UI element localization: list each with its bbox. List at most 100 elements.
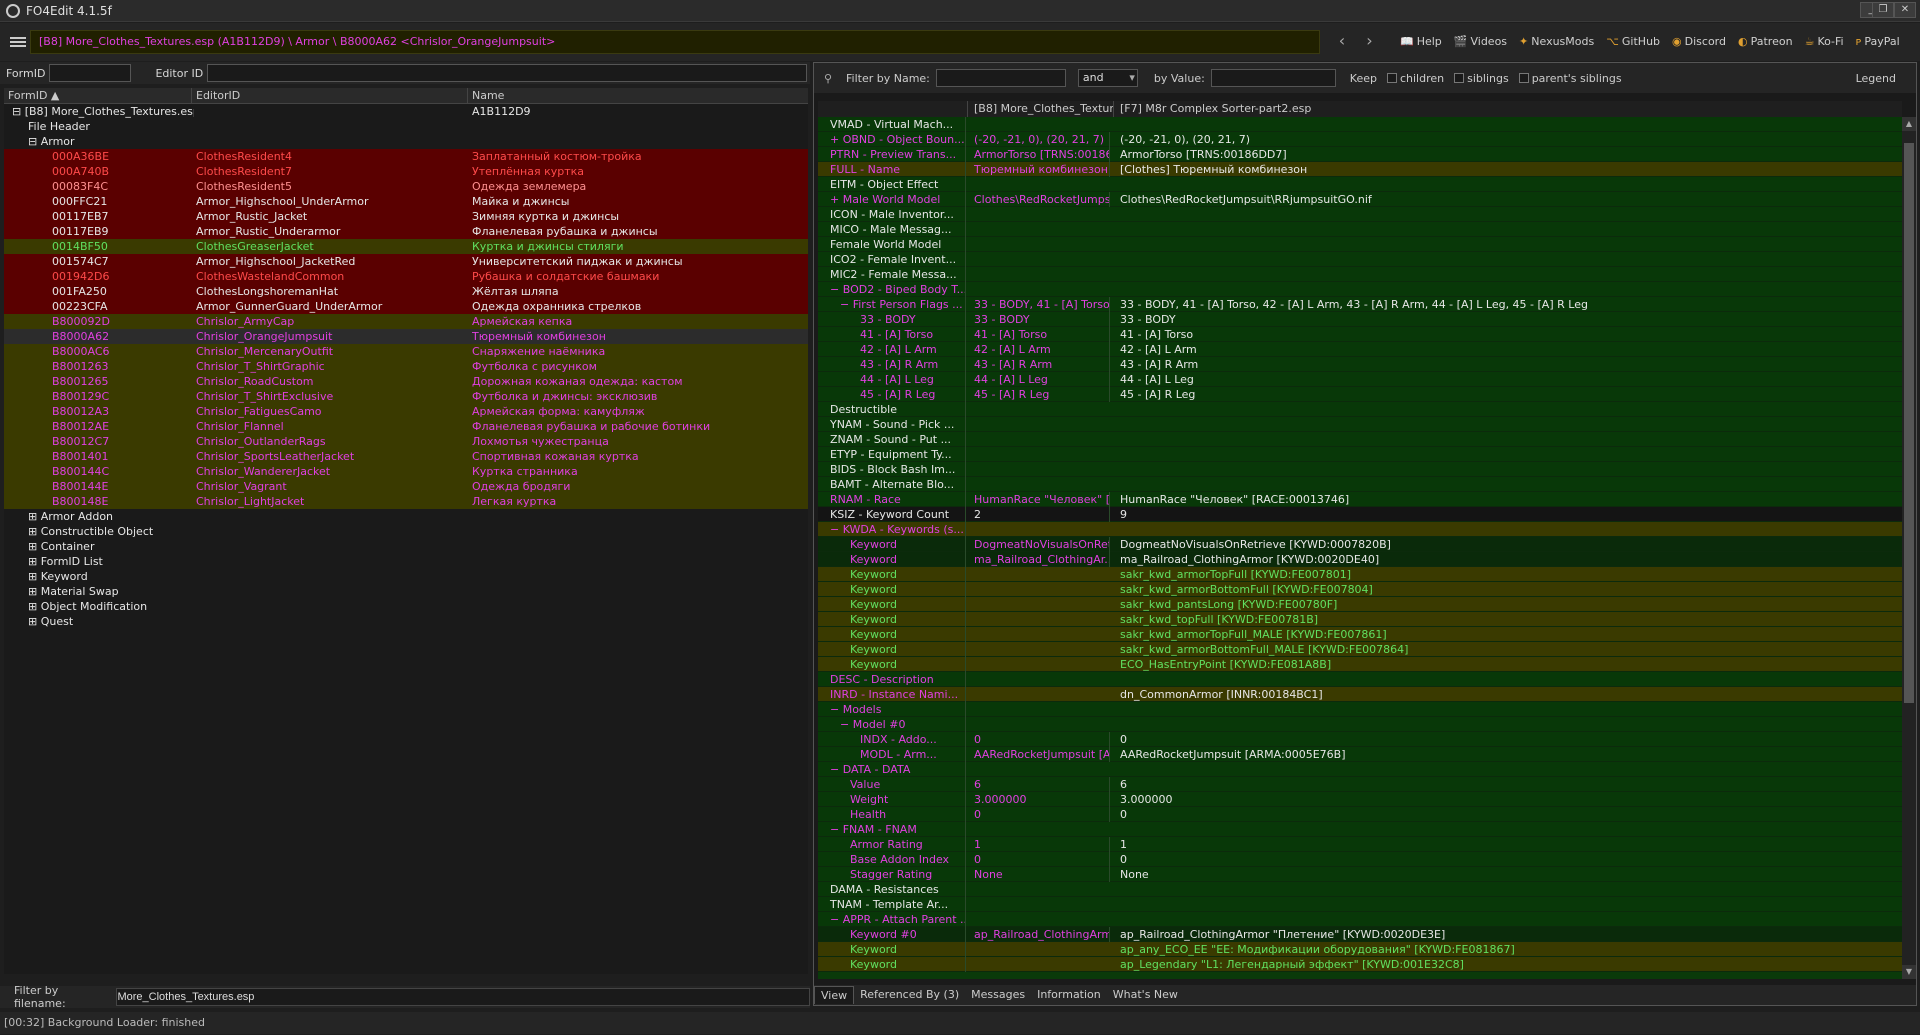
record-row[interactable]: ⊞ Container xyxy=(4,539,808,554)
field-row[interactable]: Value 6 6 xyxy=(818,777,1902,792)
record-path-bar[interactable]: [B8] More_Clothes_Textures.esp (A1B112D9… xyxy=(30,30,1320,54)
col-plugin-f7[interactable]: [F7] M8r Complex Sorter-part2.esp xyxy=(1114,101,1900,117)
field-row[interactable]: Keyword sakr_kwd_armorTopFull [KYWD:FE007… xyxy=(818,567,1902,582)
record-row[interactable]: 000A36BE ClothesResident4 Заплатанный кост… xyxy=(4,149,808,164)
record-row[interactable]: 001574C7 Armor_Highschool_JacketRed Универ… xyxy=(4,254,808,269)
field-row[interactable]: Keyword DogmeatNoVisualsOnRet... DogmeatNo… xyxy=(818,537,1902,552)
record-row[interactable]: B8000A62 Chrislor_OrangeJumpsuit Тюремный … xyxy=(4,329,808,344)
field-row[interactable]: − KWDA - Keywords (s... xyxy=(818,522,1902,537)
record-row[interactable]: ⊞ Material Swap xyxy=(4,584,808,599)
record-row[interactable]: B8001265 Chrislor_RoadCustom Дорожная кожа… xyxy=(4,374,808,389)
field-row[interactable]: Keyword sakr_kwd_pantsLong [KYWD:FE00780F… xyxy=(818,597,1902,612)
field-row[interactable]: Keyword ap_any_ECO_EE "EE: Модификации об… xyxy=(818,942,1902,957)
field-row[interactable]: − Model #0 xyxy=(818,717,1902,732)
filter-name-input[interactable] xyxy=(935,69,1066,87)
tab-view[interactable]: View xyxy=(814,986,855,1004)
tab-messages[interactable]: Messages xyxy=(965,986,1031,1004)
record-row[interactable]: 00083F4C ClothesResident5 Одежда землемера xyxy=(4,179,808,194)
field-row[interactable]: 43 - [A] R Arm 43 - [A] R Arm 43 - [A] R A… xyxy=(818,357,1902,372)
col-name[interactable]: Name xyxy=(468,88,804,104)
close-button[interactable]: ✕ xyxy=(1894,2,1916,18)
record-row[interactable]: 00117EB9 Armor_Rustic_Underarmor Фланелева… xyxy=(4,224,808,239)
field-row[interactable]: Keyword ECO_HasEntryPoint [KYWD:FE081A8B] xyxy=(818,657,1902,672)
field-row[interactable]: 41 - [A] Torso 41 - [A] Torso 41 - [A] Tor… xyxy=(818,327,1902,342)
field-row[interactable]: − BOD2 - Biped Body T... xyxy=(818,282,1902,297)
record-row[interactable]: 001FA250 ClothesLongshoremanHat Жёлтая шля… xyxy=(4,284,808,299)
field-row[interactable]: MICO - Male Messag... xyxy=(818,222,1902,237)
field-row[interactable]: − Models xyxy=(818,702,1902,717)
field-row[interactable]: EITM - Object Effect xyxy=(818,177,1902,192)
link-paypal[interactable]: ᴘ PayPal xyxy=(1856,35,1900,48)
field-row[interactable]: INDX - Addo... 0 0 xyxy=(818,732,1902,747)
field-row[interactable]: ICO2 - Female Invent... xyxy=(818,252,1902,267)
field-row[interactable]: 42 - [A] L Arm 42 - [A] L Arm 42 - [A] L A… xyxy=(818,342,1902,357)
field-row[interactable]: 44 - [A] L Leg 44 - [A] L Leg 44 - [A] L L… xyxy=(818,372,1902,387)
field-row[interactable]: KSIZ - Keyword Count 2 9 xyxy=(818,507,1902,522)
field-row[interactable]: MIC2 - Female Messa... xyxy=(818,267,1902,282)
field-row[interactable]: + OBND - Object Boun... (-20, -21, 0), (2… xyxy=(818,132,1902,147)
field-row[interactable]: ETYP - Equipment Ty... xyxy=(818,447,1902,462)
field-row[interactable]: Base Addon Index 0 0 xyxy=(818,852,1902,867)
record-row[interactable]: 001942D6 ClothesWastelandCommon Рубашка и … xyxy=(4,269,808,284)
col-formid[interactable]: FormID ▲ xyxy=(4,88,192,104)
record-row[interactable]: ⊞ Quest xyxy=(4,614,808,629)
field-row[interactable]: Keyword sakr_kwd_topFull [KYWD:FE00781B] xyxy=(818,612,1902,627)
record-row[interactable]: B800092D Chrislor_ArmyCap Армейская кепка xyxy=(4,314,808,329)
tab-referenced-by[interactable]: Referenced By (3) xyxy=(854,986,965,1004)
record-row[interactable]: B80012C7 Chrislor_OutlanderRags Лохмотья ч… xyxy=(4,434,808,449)
record-row[interactable]: 00117EB7 Armor_Rustic_Jacket Зимняя куртка… xyxy=(4,209,808,224)
record-row[interactable]: 000FFC21 Armor_Highschool_UnderArmor Майка… xyxy=(4,194,808,209)
scroll-thumb[interactable] xyxy=(1904,143,1914,703)
field-row[interactable]: − APPR - Attach Parent ... xyxy=(818,912,1902,927)
record-row[interactable]: B80012AE Chrislor_Flannel Фланелевая рубаш… xyxy=(4,419,808,434)
record-row[interactable]: File Header xyxy=(4,119,808,134)
field-row[interactable]: + Male World Model Clothes\RedRocketJumps… xyxy=(818,192,1902,207)
record-row[interactable]: 00223CFA Armor_GunnerGuard_UnderArmor Одеж… xyxy=(4,299,808,314)
field-row[interactable]: 33 - BODY 33 - BODY 33 - BODY xyxy=(818,312,1902,327)
formid-input[interactable] xyxy=(49,64,132,82)
field-row[interactable]: BIDS - Block Bash Im... xyxy=(818,462,1902,477)
tab-information[interactable]: Information xyxy=(1031,986,1107,1004)
record-row[interactable]: ⊞ Keyword xyxy=(4,569,808,584)
field-row[interactable]: Destructible xyxy=(818,402,1902,417)
field-row[interactable]: Female World Model xyxy=(818,237,1902,252)
field-row[interactable]: FULL - Name Тюремный комбинезон [Clothes] … xyxy=(818,162,1902,177)
link-discord[interactable]: ◉ Discord xyxy=(1672,35,1726,48)
record-row[interactable]: B8000AC6 Chrislor_MercenaryOutfit Снаряжен… xyxy=(4,344,808,359)
record-row[interactable]: ⊞ Constructible Object xyxy=(4,524,808,539)
legend-button[interactable]: Legend xyxy=(1856,72,1896,85)
field-row[interactable]: Stagger Rating None None xyxy=(818,867,1902,882)
link-github[interactable]: ⌥ GitHub xyxy=(1606,35,1660,48)
record-row[interactable]: ⊞ FormID List xyxy=(4,554,808,569)
field-row[interactable]: − First Person Flags ... 33 - BODY, 41 - … xyxy=(818,297,1902,312)
field-row[interactable]: ZNAM - Sound - Put ... xyxy=(818,432,1902,447)
record-row[interactable]: ⊞ Object Modification xyxy=(4,599,808,614)
record-row[interactable]: B800129C Chrislor_T_ShirtExclusive Футболк… xyxy=(4,389,808,404)
back-icon[interactable]: ‹ xyxy=(1330,31,1354,50)
field-row[interactable]: Keyword ap_Legendary "L1: Легендарный эфф… xyxy=(818,957,1902,972)
menu-icon[interactable] xyxy=(10,37,26,47)
record-row[interactable]: B800144C Chrislor_WandererJacket Куртка ст… xyxy=(4,464,808,479)
editorid-input[interactable] xyxy=(207,64,808,82)
field-row[interactable]: Armor Rating 1 1 xyxy=(818,837,1902,852)
field-row[interactable]: Weight 3.000000 3.000000 xyxy=(818,792,1902,807)
restore-button[interactable]: ❐ xyxy=(1872,2,1894,18)
field-row[interactable]: 45 - [A] R Leg 45 - [A] R Leg 45 - [A] R L… xyxy=(818,387,1902,402)
record-row[interactable]: B800148E Chrislor_LightJacket Легкая куртк… xyxy=(4,494,808,509)
scroll-up-icon[interactable]: ▲ xyxy=(1902,117,1916,131)
record-row[interactable]: B80012A3 Chrislor_FatiguesCamo Армейская ф… xyxy=(4,404,808,419)
field-row[interactable]: VMAD - Virtual Mach... xyxy=(818,117,1902,132)
field-row[interactable]: − FNAM - FNAM xyxy=(818,822,1902,837)
record-row[interactable]: 0014BF50 ClothesGreaserJacket Куртка и джи… xyxy=(4,239,808,254)
field-row[interactable]: RNAM - Race HumanRace "Человек" [... Human… xyxy=(818,492,1902,507)
field-row[interactable]: DESC - Description xyxy=(818,672,1902,687)
field-row[interactable]: Keyword sakr_kwd_armorBottomFull [KYWD:FE… xyxy=(818,582,1902,597)
field-row[interactable]: ICON - Male Inventor... xyxy=(818,207,1902,222)
scroll-down-icon[interactable]: ▼ xyxy=(1902,965,1916,979)
filename-filter-input[interactable] xyxy=(116,988,810,1006)
parents-siblings-checkbox[interactable] xyxy=(1518,73,1529,83)
tab-what-s-new[interactable]: What's New xyxy=(1107,986,1184,1004)
field-row[interactable]: YNAM - Sound - Pick ... xyxy=(818,417,1902,432)
field-row[interactable]: − DATA - DATA xyxy=(818,762,1902,777)
field-row[interactable]: BAMT - Alternate Blo... xyxy=(818,477,1902,492)
